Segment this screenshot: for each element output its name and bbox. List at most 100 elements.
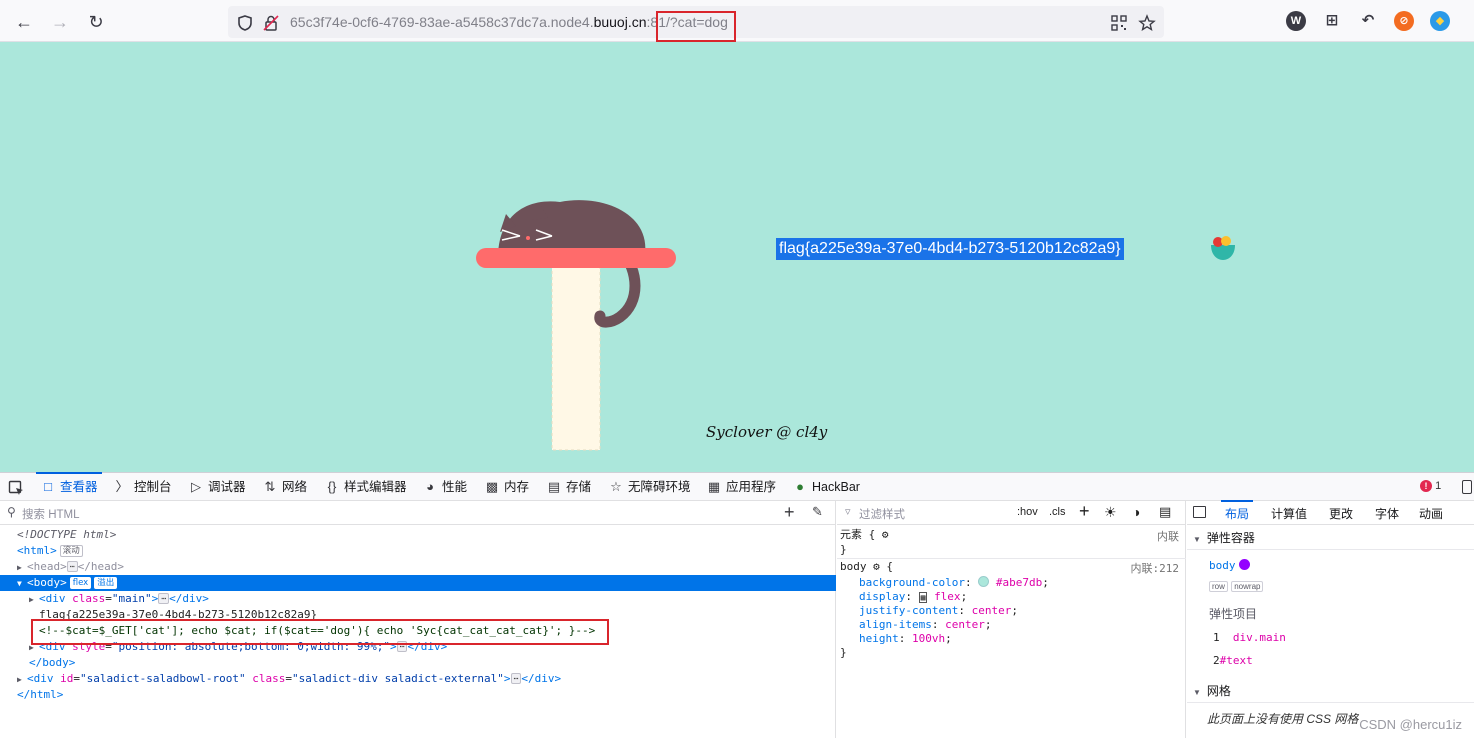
tab-style-editor[interactable]: {} 样式编辑器 (324, 473, 407, 501)
tree-div-main[interactable]: ▶ <div class="main"> ⋯ </div> (0, 591, 836, 607)
prop-align-items[interactable]: align-items: center; (859, 618, 991, 632)
saladict-extension-icon[interactable]: ◆ (1430, 11, 1450, 31)
element-rule: 元素 { ⚙ (840, 528, 889, 541)
body-rule-source[interactable]: 内联:212 (1131, 560, 1180, 576)
tab-layout[interactable]: 布局 (1220, 500, 1254, 522)
tab-label: 控制台 (134, 480, 172, 494)
application-icon: ▦ (707, 479, 721, 494)
tab-network[interactable]: ⇅ 网络 (262, 473, 307, 501)
undo-icon[interactable]: ↶ (1358, 11, 1378, 31)
saladict-id: "saladict-saladbowl-root" (80, 672, 246, 685)
flex-highlight-toggle[interactable] (1238, 559, 1250, 570)
wordpress-extension-icon[interactable]: W (1286, 11, 1306, 31)
insecure-lock-icon[interactable] (262, 14, 280, 32)
expand-arrow-icon[interactable]: ▶ (29, 592, 39, 608)
tree-html-close[interactable]: </html> (0, 687, 836, 703)
tree-head[interactable]: ▶ <head> ⋯ </head> (0, 559, 836, 575)
tab-accessibility[interactable]: ☆ 无障碍环境 (608, 473, 691, 501)
gear-icon[interactable]: ⚙ (882, 528, 889, 541)
ellipsis-icon[interactable]: ⋯ (510, 673, 522, 684)
url-prefix: 65c3f74e-0cf6-4769-83ae-a5458c37dc7a.nod… (290, 14, 594, 30)
bookmark-star-icon[interactable] (1138, 14, 1156, 32)
csdn-watermark: CSDN @hercu1iz (1359, 717, 1462, 732)
expand-arrow-icon[interactable]: ▶ (17, 672, 27, 688)
tab-storage[interactable]: ▤ 存储 (546, 473, 591, 501)
tab-label: 调试器 (208, 480, 246, 494)
tree-html[interactable]: <html> 滚动 (0, 543, 836, 559)
tab-inspector[interactable]: □ 查看器 (36, 472, 102, 501)
toggle-sidebar-icon[interactable] (1193, 506, 1206, 518)
ellipsis-icon[interactable]: ⋯ (66, 561, 78, 572)
flex-item-2[interactable]: 2#text (1213, 654, 1253, 667)
back-icon[interactable]: ← (12, 10, 36, 34)
light-theme-icon[interactable]: ☀ (1104, 504, 1117, 521)
body-rule-selector[interactable]: body ⚙ { (840, 560, 893, 574)
tree-body[interactable]: ▼ <body> flex 溢出 (0, 575, 836, 591)
eyedropper-icon[interactable]: ✎ (812, 504, 823, 520)
item-selector: div.main (1232, 631, 1286, 644)
add-rule-icon[interactable]: + (1079, 501, 1090, 522)
flex-items-label: 弹性项目 (1209, 607, 1258, 621)
hov-toggle[interactable]: :hov (1017, 506, 1038, 518)
crop-icon[interactable]: ⊞ (1322, 11, 1342, 31)
prop-height[interactable]: height: 100vh; (859, 632, 952, 646)
tree-saladict-div[interactable]: ▶ <div id="saladict-saladbowl-root" class… (0, 671, 836, 687)
prop-display[interactable]: display: ▦ flex; (859, 590, 967, 604)
add-node-icon[interactable]: + (784, 502, 795, 523)
tree-doctype[interactable]: <!DOCTYPE html> (0, 527, 836, 543)
section-title: 网格 (1206, 684, 1231, 698)
prop-background-color[interactable]: background-color: #abe7db; (859, 576, 1049, 590)
qr-code-icon[interactable] (1110, 14, 1128, 32)
tab-debugger[interactable]: ▷ 调试器 (188, 473, 246, 501)
tab-memory[interactable]: ▩ 内存 (484, 473, 529, 501)
storage-icon: ▤ (547, 479, 561, 494)
reload-icon[interactable]: ↻ (84, 10, 108, 34)
blocker-extension-icon[interactable]: ⊘ (1394, 11, 1414, 31)
scroll-badge[interactable]: 滚动 (59, 545, 83, 557)
tab-changes[interactable]: 更改 (1329, 505, 1353, 522)
shield-icon[interactable] (236, 14, 254, 32)
flexbox-toggle-icon[interactable]: ▦ (918, 592, 928, 603)
dock-options-icon[interactable] (1462, 480, 1472, 494)
saladict-class: "saladict-div saladict-external" (291, 672, 504, 685)
search-icon: ⚲ (7, 505, 16, 519)
cls-toggle[interactable]: .cls (1049, 506, 1066, 518)
flex-container-header[interactable]: 弹性容器 (1187, 526, 1474, 550)
flex-pills: row nowrap (1209, 578, 1264, 592)
expand-arrow-icon[interactable]: ▶ (17, 560, 27, 576)
flex-item-1[interactable]: 1 div.main (1213, 631, 1286, 644)
flag-text[interactable]: flag{a225e39a-37e0-4bd4-b273-5120b12c82a… (776, 238, 1124, 260)
ellipsis-icon[interactable]: ⋯ (158, 593, 170, 604)
forward-icon[interactable]: → (48, 10, 72, 34)
color-swatch[interactable] (978, 576, 990, 587)
flex-container-body[interactable]: body (1209, 558, 1250, 572)
element-source[interactable]: 内联 (1157, 528, 1179, 544)
print-media-icon[interactable]: ▤ (1159, 504, 1171, 520)
element-picker-icon[interactable] (8, 480, 24, 496)
prop-justify-content[interactable]: justify-content: center; (859, 604, 1018, 618)
tab-fonts[interactable]: 字体 (1375, 505, 1399, 522)
pill-nowrap: nowrap (1231, 581, 1264, 592)
error-count[interactable]: ! 1 (1420, 480, 1441, 492)
tab-hackbar[interactable]: ● HackBar (792, 473, 860, 501)
tab-label: 内存 (504, 480, 530, 494)
overflow-badge[interactable]: 溢出 (94, 577, 118, 589)
tab-label: 无障碍环境 (628, 480, 691, 494)
saladict-bowl-icon[interactable] (1208, 233, 1238, 263)
tab-computed[interactable]: 计算值 (1271, 505, 1307, 522)
tab-animations[interactable]: 动画 (1419, 505, 1443, 522)
tab-console[interactable]: 〉 控制台 (114, 473, 172, 501)
section-title: 弹性容器 (1206, 531, 1255, 545)
tree-body-close[interactable]: </body> (0, 655, 836, 671)
tab-application[interactable]: ▦ 应用程序 (706, 473, 776, 501)
collapse-arrow-icon[interactable]: ▼ (17, 576, 27, 592)
tab-performance[interactable]: ◕ 性能 (422, 473, 467, 501)
attr-value: "main" (111, 592, 152, 605)
styles-filter-input[interactable]: 过滤样式 (859, 506, 905, 522)
flex-badge[interactable]: flex (69, 577, 92, 589)
html-search-input[interactable]: 搜索 HTML (22, 506, 80, 522)
grid-section-header[interactable]: 网格 (1187, 679, 1474, 703)
gear-icon[interactable]: ⚙ (873, 560, 880, 573)
styles-filter-row: ▿ 过滤样式 :hov .cls + ☀ ◑ ▤ (837, 501, 1185, 525)
dark-theme-icon[interactable]: ◑ (1132, 504, 1140, 520)
